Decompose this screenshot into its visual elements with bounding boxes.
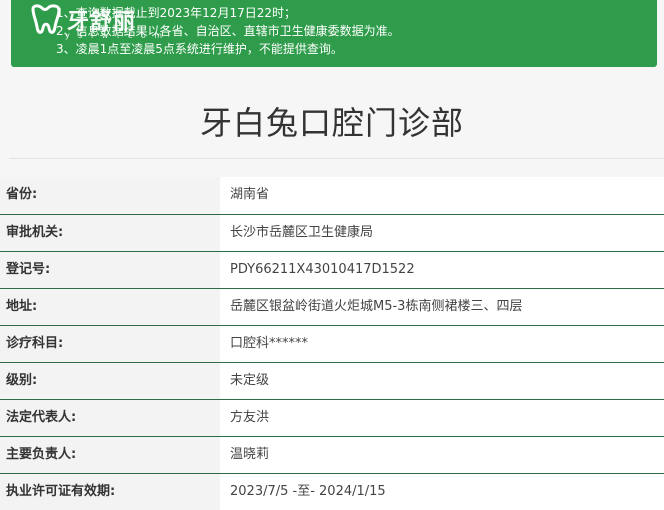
- info-value: 2023/7/5 -至- 2024/1/15: [220, 474, 664, 510]
- info-row-principal: 主要负责人: 温晓莉: [0, 436, 664, 473]
- info-value: 湖南省: [220, 177, 664, 214]
- info-value: 温晓莉: [220, 437, 664, 473]
- info-label: 审批机关:: [0, 215, 220, 251]
- title-divider: [9, 158, 664, 159]
- info-label: 地址:: [0, 289, 220, 325]
- info-row-approval-authority: 审批机关: 长沙市岳麓区卫生健康局: [0, 214, 664, 251]
- info-label: 诊疗科目:: [0, 326, 220, 362]
- info-row-province: 省份: 湖南省: [0, 177, 664, 214]
- info-label: 级别:: [0, 363, 220, 399]
- info-label: 省份:: [0, 177, 220, 214]
- info-value: 长沙市岳麓区卫生健康局: [220, 215, 664, 251]
- info-row-registration-number: 登记号: PDY66211X43010417D1522: [0, 251, 664, 288]
- info-row-address: 地址: 岳麓区银盆岭街道火炬城M5-3栋南侧裙楼三、四层: [0, 288, 664, 325]
- logo-domain: y s l w . c o m: [65, 31, 166, 40]
- info-row-level: 级别: 未定级: [0, 362, 664, 399]
- info-value: PDY66211X43010417D1522: [220, 252, 664, 288]
- info-label: 执业许可证有效期:: [0, 474, 220, 510]
- info-value: 口腔科******: [220, 326, 664, 362]
- info-row-legal-representative: 法定代表人: 方友洪: [0, 399, 664, 436]
- info-value: 岳麓区银盆岭街道火炬城M5-3栋南侧裙楼三、四层: [220, 289, 664, 325]
- info-label: 登记号:: [0, 252, 220, 288]
- info-value: 方友洪: [220, 400, 664, 436]
- info-row-license-validity: 执业许可证有效期: 2023/7/5 -至- 2024/1/15: [0, 473, 664, 510]
- notice-line-3: 3、凌晨1点至凌晨5点系统进行维护，不能提供查询。: [56, 42, 343, 56]
- info-label: 主要负责人:: [0, 437, 220, 473]
- info-label: 法定代表人:: [0, 400, 220, 436]
- site-logo[interactable]: 牙舒丽 y s l w . c o m: [29, 3, 162, 43]
- page-title: 牙白兔口腔门诊部: [199, 104, 464, 142]
- tooth-logo-icon: [31, 4, 61, 34]
- info-value: 未定级: [220, 363, 664, 399]
- clinic-info-table: 省份: 湖南省 审批机关: 长沙市岳麓区卫生健康局 登记号: PDY66211X…: [0, 177, 664, 510]
- info-row-departments: 诊疗科目: 口腔科******: [0, 325, 664, 362]
- notice-banner: 1、查询数据截止到2023年12月17日22时； 2、信息数据结果以各省、自治区…: [11, 0, 657, 67]
